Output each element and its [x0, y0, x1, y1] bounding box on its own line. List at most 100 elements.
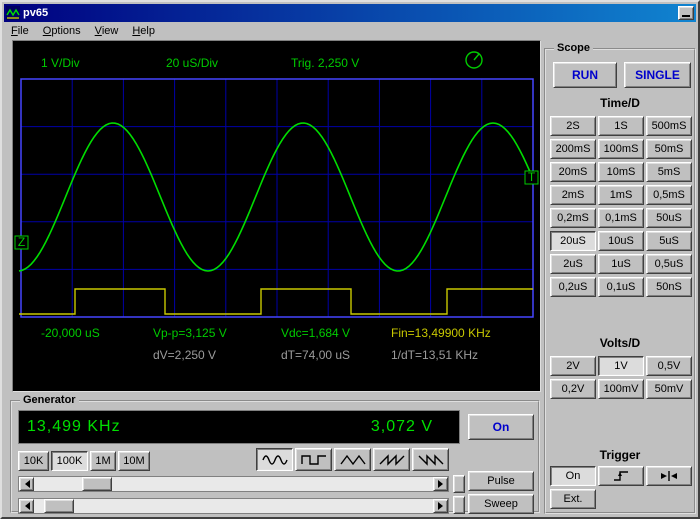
time-button-0-2us[interactable]: 0,2uS: [550, 277, 596, 297]
time-button-1s[interactable]: 1S: [598, 116, 644, 136]
menu-help[interactable]: Help: [125, 23, 162, 39]
time-button-0-5ms[interactable]: 0,5mS: [646, 185, 692, 205]
frequency-slider-thumb[interactable]: [82, 477, 112, 491]
sine-wave-trace: [19, 123, 532, 271]
generator-display: 13,499 KHz 3,072 V: [18, 410, 460, 444]
time-button-20us[interactable]: 20uS: [550, 231, 596, 251]
volts-button-0-2v[interactable]: 0,2V: [550, 379, 596, 399]
volts-button-2v[interactable]: 2V: [550, 356, 596, 376]
cursor-time-readout: -20,000 uS: [41, 326, 100, 340]
svg-text:Z: Z: [18, 235, 25, 249]
amplitude-slider[interactable]: [18, 498, 449, 514]
frequency-fine-adjust-button[interactable]: [453, 475, 465, 493]
pulse-button[interactable]: Pulse: [468, 471, 534, 491]
time-button-2ms[interactable]: 2mS: [550, 185, 596, 205]
svg-text:T: T: [528, 170, 536, 184]
sine-icon: [262, 454, 288, 466]
time-button-50us[interactable]: 50uS: [646, 208, 692, 228]
time-per-div-label: 20 uS/Div: [166, 56, 218, 70]
window-title: pv65: [23, 7, 678, 19]
zero-marker[interactable]: Z: [15, 235, 28, 249]
trigger-section-label: Trigger: [546, 448, 694, 462]
dv-readout: dV=2,250 V: [153, 348, 216, 362]
time-button-2s[interactable]: 2S: [550, 116, 596, 136]
trigger-ext-button[interactable]: Ext.: [550, 489, 596, 509]
time-button-0-1ms[interactable]: 0,1mS: [598, 208, 644, 228]
trigger-level-label: Trig. 2,250 V: [291, 56, 359, 70]
time-button-50ms[interactable]: 50mS: [646, 139, 692, 159]
time-button-20ms[interactable]: 20mS: [550, 162, 596, 182]
time-button-0-1us[interactable]: 0,1uS: [598, 277, 644, 297]
range-button-10m[interactable]: 10M: [118, 451, 150, 471]
volts-button-1v[interactable]: 1V: [598, 356, 644, 376]
time-button-5ms[interactable]: 5mS: [646, 162, 692, 182]
range-button-10k[interactable]: 10K: [18, 451, 49, 471]
time-button-1ms[interactable]: 1mS: [598, 185, 644, 205]
waveform-triangle-button[interactable]: [334, 448, 371, 471]
square-wave-trace: [19, 289, 533, 314]
trigger-on-button[interactable]: On: [550, 466, 596, 486]
single-button[interactable]: SINGLE: [624, 62, 691, 88]
range-button-row: 10K 100K 1M 10M: [18, 451, 150, 471]
time-button-200ms[interactable]: 200mS: [550, 139, 596, 159]
menu-file[interactable]: File: [4, 23, 36, 39]
volts-button-100mv[interactable]: 100mV: [598, 379, 644, 399]
time-button-0-5us[interactable]: 0,5uS: [646, 254, 692, 274]
right-arrow-icon: [438, 480, 447, 488]
sweep-button[interactable]: Sweep: [468, 494, 534, 514]
range-button-1m[interactable]: 1M: [90, 451, 116, 471]
volts-button-0-5v[interactable]: 0,5V: [646, 356, 692, 376]
trigger-position-button[interactable]: [646, 466, 692, 486]
frequency-slider[interactable]: [18, 476, 449, 492]
amplitude-slider-thumb[interactable]: [44, 499, 74, 513]
amplitude-slider-right-arrow[interactable]: [433, 499, 448, 513]
vdc-readout: Vdc=1,684 V: [281, 326, 350, 340]
triangle-icon: [340, 454, 366, 466]
minimize-icon: [682, 15, 690, 17]
amplitude-fine-adjust-button[interactable]: [453, 496, 465, 514]
time-button-50ns[interactable]: 50nS: [646, 277, 692, 297]
menu-view[interactable]: View: [88, 23, 126, 39]
frequency-slider-left-arrow[interactable]: [19, 477, 34, 491]
title-bar: pv65: [4, 4, 696, 22]
range-button-100k[interactable]: 100K: [51, 451, 88, 471]
time-button-0-2ms[interactable]: 0,2mS: [550, 208, 596, 228]
sawtooth-down-icon: [418, 454, 444, 466]
time-button-1us[interactable]: 1uS: [598, 254, 644, 274]
amplitude-slider-left-arrow[interactable]: [19, 499, 34, 513]
time-button-10ms[interactable]: 10mS: [598, 162, 644, 182]
scope-control-group: Scope RUN SINGLE Time/D 2S 1S 500mS 200m…: [544, 48, 696, 514]
time-per-div-section-label: Time/D: [546, 96, 694, 110]
minimize-button[interactable]: [678, 6, 694, 20]
waveform-button-row: [256, 448, 449, 471]
waveform-sawtooth-up-button[interactable]: [373, 448, 410, 471]
vpp-readout: Vp-p=3,125 V: [153, 326, 227, 340]
trigger-marker[interactable]: T: [525, 170, 538, 184]
volts-per-div-label: 1 V/Div: [41, 56, 80, 70]
trigger-position-icon: [659, 469, 679, 483]
left-arrow-icon: [21, 480, 30, 488]
time-button-500ms[interactable]: 500mS: [646, 116, 692, 136]
generator-frequency-readout: 13,499 KHz: [27, 418, 121, 436]
square-icon: [301, 454, 327, 466]
right-arrow-icon: [438, 502, 447, 510]
volts-button-50mv[interactable]: 50mV: [646, 379, 692, 399]
time-button-100ms[interactable]: 100mS: [598, 139, 644, 159]
scope-group-label: Scope: [554, 42, 593, 54]
trigger-grid: On: [550, 466, 692, 486]
time-button-10us[interactable]: 10uS: [598, 231, 644, 251]
run-button[interactable]: RUN: [553, 62, 617, 88]
frequency-slider-right-arrow[interactable]: [433, 477, 448, 491]
app-window: pv65 File Options View Help 1 V/Div 20 u…: [0, 0, 700, 519]
generator-on-button[interactable]: On: [468, 414, 534, 440]
left-arrow-icon: [21, 502, 30, 510]
generator-group: Generator 13,499 KHz 3,072 V On 10K 100K…: [10, 400, 540, 513]
time-button-5us[interactable]: 5uS: [646, 231, 692, 251]
time-button-2us[interactable]: 2uS: [550, 254, 596, 274]
waveform-square-button[interactable]: [295, 448, 332, 471]
scope-screen: 1 V/Div 20 uS/Div Trig. 2,250 V Z T -20,…: [12, 40, 541, 392]
waveform-sawtooth-down-button[interactable]: [412, 448, 449, 471]
trigger-slope-button[interactable]: [598, 466, 644, 486]
waveform-sine-button[interactable]: [256, 448, 293, 471]
menu-options[interactable]: Options: [36, 23, 88, 39]
